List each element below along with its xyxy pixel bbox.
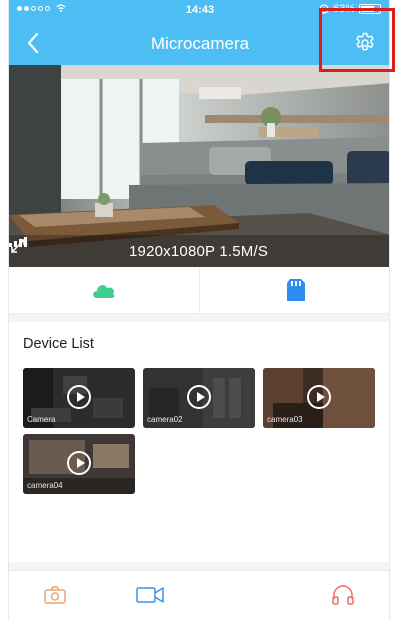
video-info-overlay: 1920x1080P 1.5M/S [9,237,389,267]
headphones-icon[interactable] [331,585,355,605]
rotation-lock-icon [319,4,329,14]
play-icon [187,385,211,409]
stream-resolution: 1920x1080P [129,243,215,260]
fullscreen-icon[interactable] [9,237,27,255]
battery-percent: 63% [332,3,355,15]
header-bar: 14:43 63% Microcamera [9,0,389,65]
play-icon [67,385,91,409]
app-screen: 14:43 63% Microcamera 1920x1080P 1.5M/S … [8,0,390,619]
nav-bar: Microcamera [9,22,389,64]
video-record-icon[interactable] [135,585,165,605]
device-thumbnail[interactable]: Camera [23,368,135,428]
snapshot-icon[interactable] [43,585,67,605]
device-label: camera04 [27,481,63,490]
device-label: Camera [27,415,56,424]
settings-gear-icon[interactable] [353,31,377,55]
stream-info: 1920x1080P 1.5M/S [129,243,268,260]
cloud-storage-button[interactable] [9,267,200,313]
storage-actions [9,267,389,314]
device-thumbnail[interactable]: camera03 [263,368,375,428]
cloud-icon [93,285,115,298]
stream-bitrate: 1.5M/S [219,243,269,260]
device-list-panel: Device List Camera camera02 camera03 cam… [9,322,389,562]
page-title: Microcamera [150,34,250,53]
battery-icon [359,4,383,14]
status-right: 63% [319,3,383,15]
play-icon [307,385,331,409]
device-label: camera02 [147,415,183,424]
sd-card-icon [286,279,305,301]
play-icon [67,451,91,475]
device-thumbnail[interactable]: camera04 [23,434,135,494]
device-list-title: Device List [23,336,94,352]
sd-card-button[interactable] [200,267,389,313]
device-thumbnail[interactable]: camera02 [143,368,255,428]
live-video-view[interactable]: 1920x1080P 1.5M/S [9,65,389,267]
bottom-toolbar [9,570,389,619]
device-label: camera03 [267,415,303,424]
status-bar: 14:43 63% [9,0,389,20]
